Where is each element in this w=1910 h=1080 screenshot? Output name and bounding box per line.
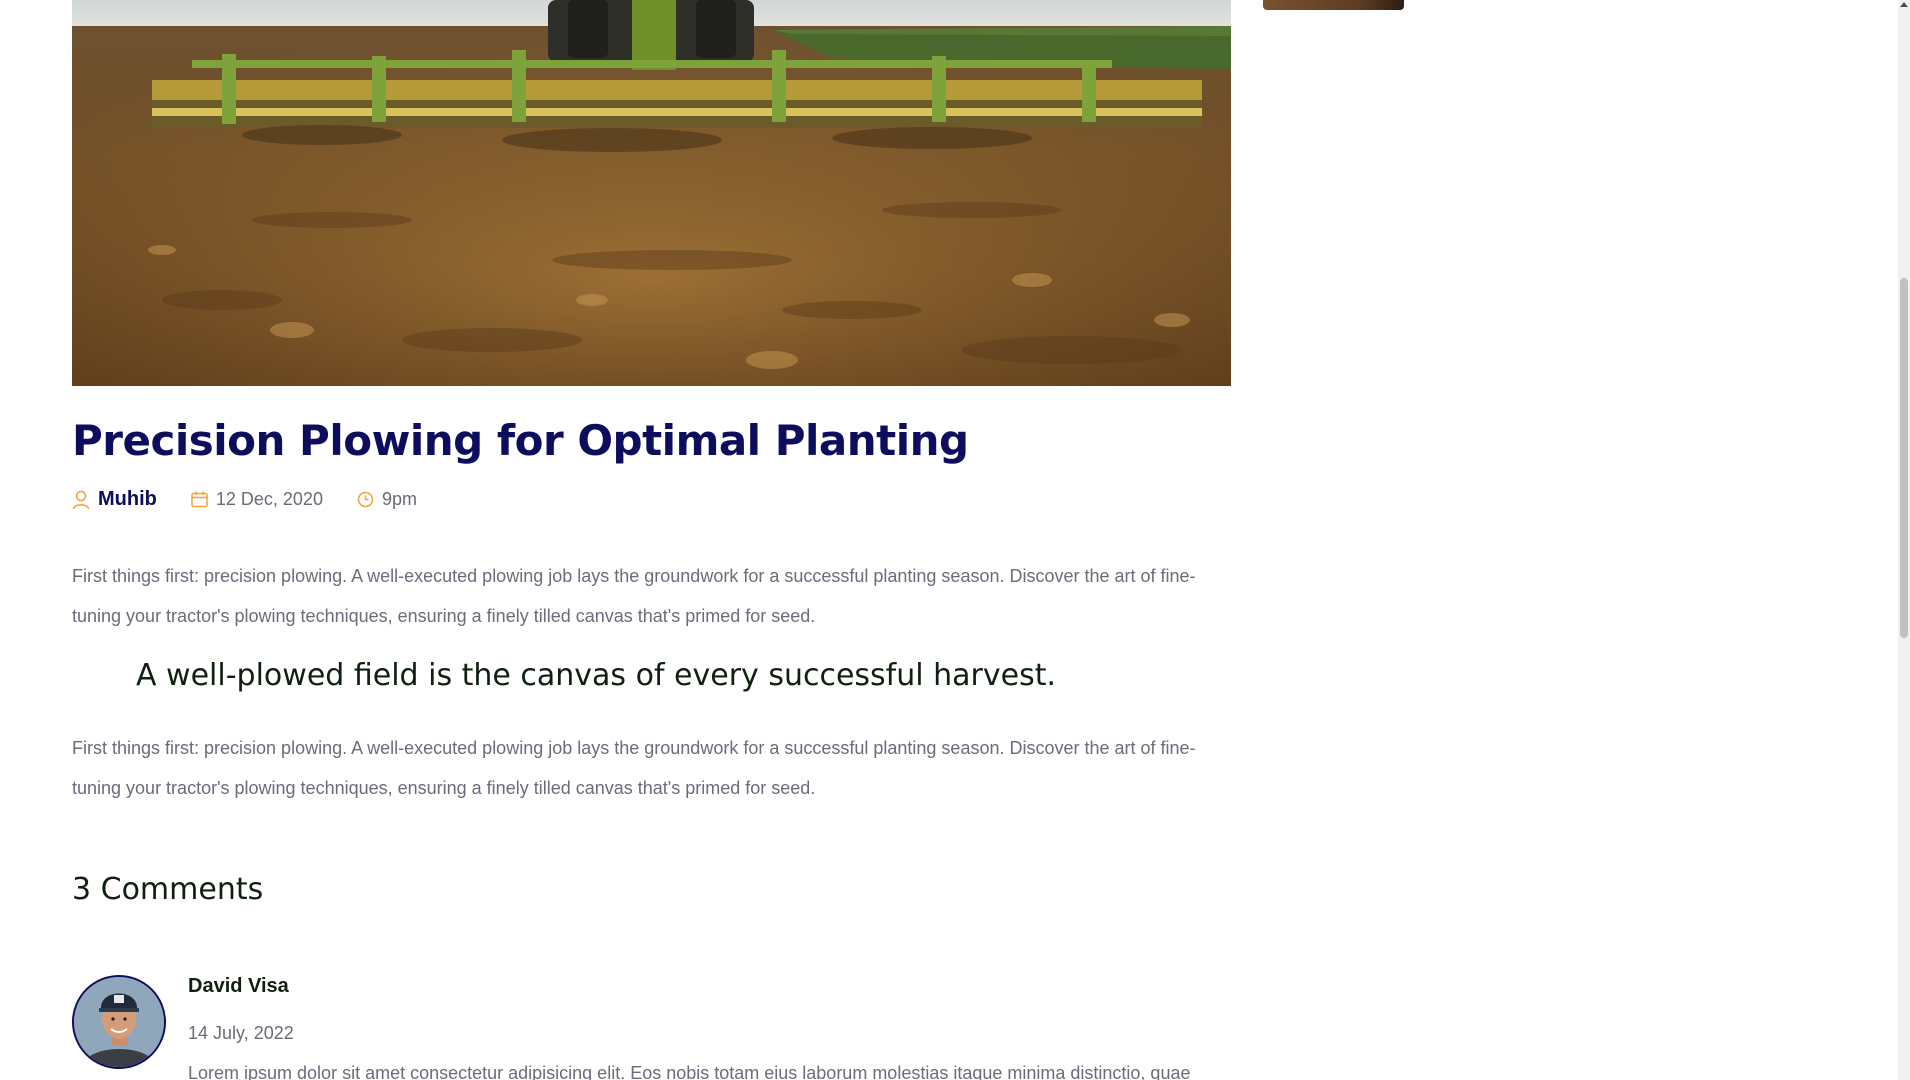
meta-author[interactable]: Muhib bbox=[72, 488, 157, 511]
post-quote: A well-plowed field is the canvas of eve… bbox=[136, 658, 1056, 693]
page-scrollbar[interactable] bbox=[1898, 0, 1910, 1080]
post-paragraph-1: First things first: precision plowing. A… bbox=[72, 566, 1196, 626]
avatar bbox=[72, 975, 166, 1069]
meta-date: 12 Dec, 2020 bbox=[191, 489, 323, 510]
scrollbar-thumb[interactable] bbox=[1900, 278, 1908, 638]
blog-post-page: Precision Plowing for Optimal Planting M… bbox=[0, 0, 1910, 1080]
comments-heading: 3 Comments bbox=[72, 872, 264, 907]
author-name[interactable]: Muhib bbox=[98, 488, 157, 511]
comment-item: David Visa 14 July, 2022 Lorem ipsum dol… bbox=[72, 975, 1232, 1080]
comment-text: Lorem ipsum dolor sit amet consectetur a… bbox=[188, 1063, 1191, 1080]
scroll-up-arrow-icon[interactable] bbox=[1900, 2, 1908, 7]
post-date: 12 Dec, 2020 bbox=[215, 489, 323, 509]
post-time: 9pm bbox=[381, 489, 417, 509]
post-meta: Muhib 12 Dec, 2020 9pm bbox=[72, 488, 451, 511]
post-paragraph-2: First things first: precision plowing. A… bbox=[72, 738, 1196, 798]
post-title: Precision Plowing for Optimal Planting bbox=[72, 416, 969, 465]
comment-date: 14 July, 2022 bbox=[188, 1023, 294, 1043]
sidebar-post-thumbnail[interactable] bbox=[1263, 0, 1404, 10]
meta-time: 9pm bbox=[357, 489, 417, 510]
hero-image bbox=[72, 0, 1231, 386]
clock-icon bbox=[357, 491, 374, 508]
user-icon bbox=[72, 490, 90, 509]
comment-author: David Visa bbox=[188, 975, 289, 997]
calendar-icon bbox=[191, 491, 208, 508]
